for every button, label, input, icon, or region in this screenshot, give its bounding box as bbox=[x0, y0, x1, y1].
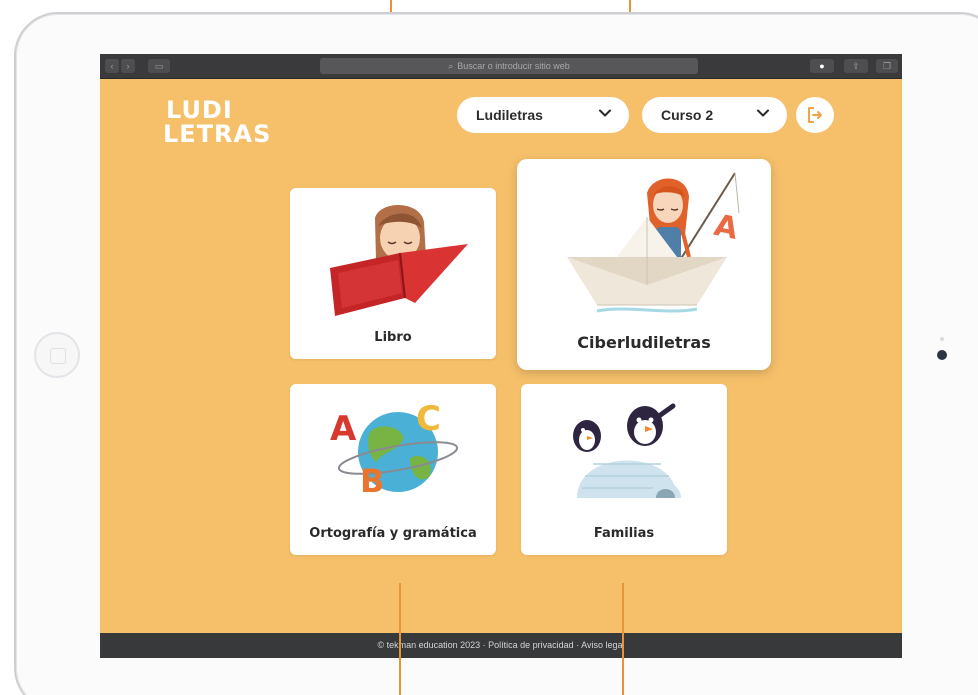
app-screen: ‹ › ▭ ⌕ Buscar o introducir sitio web ● ⇪… bbox=[100, 54, 902, 658]
girl-reading-book-illustration bbox=[330, 204, 468, 316]
logo-line-1: LUDI bbox=[166, 96, 233, 124]
svg-text:A: A bbox=[711, 208, 742, 247]
chevron-down-icon bbox=[757, 109, 769, 117]
card-libro[interactable]: Libro bbox=[290, 188, 496, 359]
svg-text:B: B bbox=[360, 462, 384, 500]
share-icon[interactable]: ⇪ bbox=[844, 59, 868, 73]
card-title-ciberludiletras: Ciberludiletras bbox=[577, 333, 711, 352]
device-mockup: ‹ › ▭ ⌕ Buscar o introducir sitio web ● ⇪… bbox=[0, 0, 978, 695]
card-title-libro: Libro bbox=[374, 330, 412, 345]
address-bar[interactable]: ⌕ Buscar o introducir sitio web bbox=[320, 58, 698, 74]
course-dropdown[interactable]: Curso 2 bbox=[642, 97, 787, 133]
series-dropdown-label: Ludiletras bbox=[476, 107, 543, 123]
globe-letters-illustration: A B C bbox=[330, 399, 459, 500]
course-dropdown-label: Curso 2 bbox=[661, 107, 714, 123]
callout-line-familias bbox=[622, 583, 624, 695]
home-button bbox=[34, 332, 80, 378]
chevron-down-icon bbox=[599, 109, 611, 117]
search-icon: ⌕ bbox=[448, 61, 454, 71]
penguins-igloo-illustration bbox=[573, 403, 681, 498]
card-title-familias: Familias bbox=[593, 526, 655, 541]
card-ciberludiletras[interactable]: A Ciberludiletras bbox=[517, 159, 771, 370]
forward-button[interactable]: › bbox=[121, 59, 135, 73]
tabs-icon[interactable]: ❐ bbox=[876, 59, 898, 73]
card-familias[interactable]: Familias bbox=[521, 384, 727, 555]
camera bbox=[937, 350, 947, 360]
browser-toolbar: ‹ › ▭ ⌕ Buscar o introducir sitio web ● ⇪… bbox=[100, 54, 902, 79]
footer: © tekman education 2023 · Política de pr… bbox=[100, 633, 902, 658]
logo-line-2: LETRAS bbox=[163, 120, 272, 148]
logout-icon bbox=[808, 107, 822, 123]
girl-fishing-paper-boat-illustration: A bbox=[567, 172, 742, 313]
logout-button[interactable] bbox=[796, 97, 834, 133]
sensor bbox=[940, 337, 944, 341]
ludiletras-logo: LUDI LETRAS bbox=[163, 96, 272, 156]
svg-text:C: C bbox=[416, 399, 441, 439]
svg-text:A: A bbox=[330, 409, 357, 449]
back-button[interactable]: ‹ bbox=[105, 59, 119, 73]
callout-line-ortografia bbox=[399, 583, 401, 695]
card-title-ortografia-gramatica: Ortografía y gramática bbox=[309, 526, 477, 541]
card-ortografia-gramatica[interactable]: A B C Ortografía y gramática bbox=[290, 384, 496, 555]
download-icon[interactable]: ● bbox=[810, 59, 834, 73]
series-dropdown[interactable]: Ludiletras bbox=[457, 97, 629, 133]
sidebar-toggle-icon[interactable]: ▭ bbox=[148, 59, 170, 73]
address-placeholder: Buscar o introducir sitio web bbox=[457, 61, 570, 71]
